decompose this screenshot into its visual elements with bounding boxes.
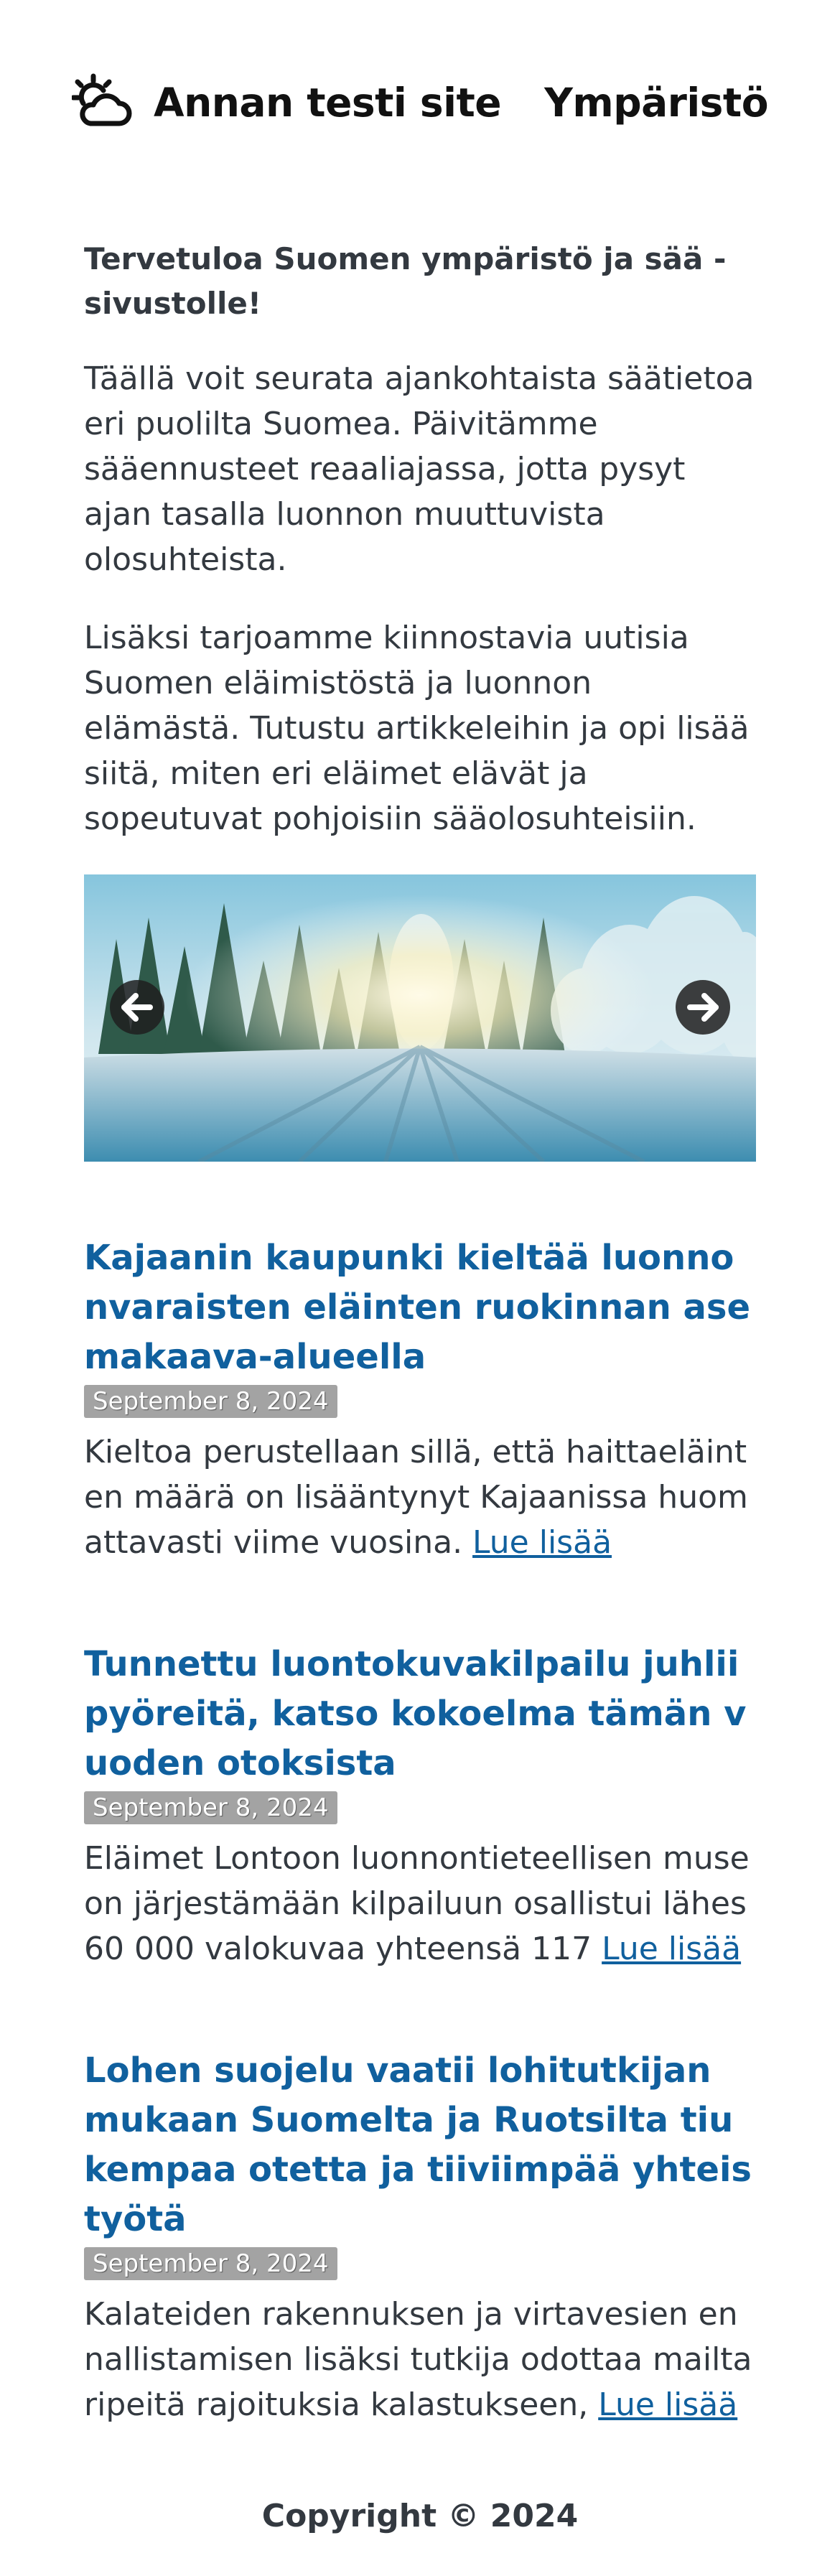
article-date-badge: September 8, 2024 — [84, 2247, 337, 2280]
intro-paragraph-animals: Lisäksi tarjoamme kiinnostavia uutisia S… — [84, 620, 750, 837]
site-footer: Copyright © 2024 — [0, 2491, 840, 2542]
article-item: Lohen suojelu vaatii lohitutkijan mukaan… — [84, 2046, 756, 2427]
carousel-next-button[interactable] — [676, 980, 730, 1035]
article-date-badge: September 8, 2024 — [84, 1791, 337, 1824]
carousel-image-frosty-forest — [84, 874, 756, 1162]
article-list: Kajaanin kaupunki kieltää luonnonvaraist… — [84, 1233, 756, 2427]
site-header: Annan testi site Ympäristö — [0, 0, 840, 208]
article-date-badge: September 8, 2024 — [84, 1385, 337, 1418]
article-summary-text: Kieltoa perustellaan sillä, että haittae… — [84, 1434, 748, 1561]
article-title-link[interactable]: Lohen suojelu vaatii lohitutkijan mukaan… — [84, 2046, 756, 2244]
arrow-left-icon — [121, 993, 153, 1022]
article-summary: Eläimet Lontoon luonnontieteellisen muse… — [84, 1836, 756, 1971]
main-content: Tervetuloa Suomen ympäristö ja sää -sivu… — [84, 237, 756, 2502]
article-item: Kajaanin kaupunki kieltää luonnonvaraist… — [84, 1233, 756, 1565]
article-item: Tunnettu luontokuvakilpailu juhlii pyöre… — [84, 1640, 756, 1971]
intro-paragraph-weather: Täällä voit seurata ajankohtaista säätie… — [84, 360, 755, 578]
sun-cloud-icon[interactable] — [72, 72, 134, 134]
copyright-text: Copyright © 2024 — [261, 2498, 579, 2534]
read-more-link[interactable]: Lue lisää — [472, 1524, 612, 1561]
nav-link-ymparisto[interactable]: Ympäristö — [544, 78, 768, 128]
carousel-prev-button[interactable] — [110, 980, 164, 1035]
read-more-link[interactable]: Lue lisää — [598, 2386, 737, 2423]
article-title-link[interactable]: Kajaanin kaupunki kieltää luonnonvaraist… — [84, 1233, 756, 1382]
intro-heading: Tervetuloa Suomen ympäristö ja sää -sivu… — [84, 241, 727, 321]
article-summary: Kalateiden rakennuksen ja virtavesien en… — [84, 2292, 756, 2427]
read-more-link[interactable]: Lue lisää — [602, 1931, 741, 1967]
article-summary: Kieltoa perustellaan sillä, että haittae… — [84, 1429, 756, 1565]
article-title-link[interactable]: Tunnettu luontokuvakilpailu juhlii pyöre… — [84, 1640, 756, 1788]
arrow-right-icon — [687, 993, 719, 1022]
image-carousel[interactable] — [84, 874, 756, 1162]
site-title[interactable]: Annan testi site — [154, 78, 502, 128]
